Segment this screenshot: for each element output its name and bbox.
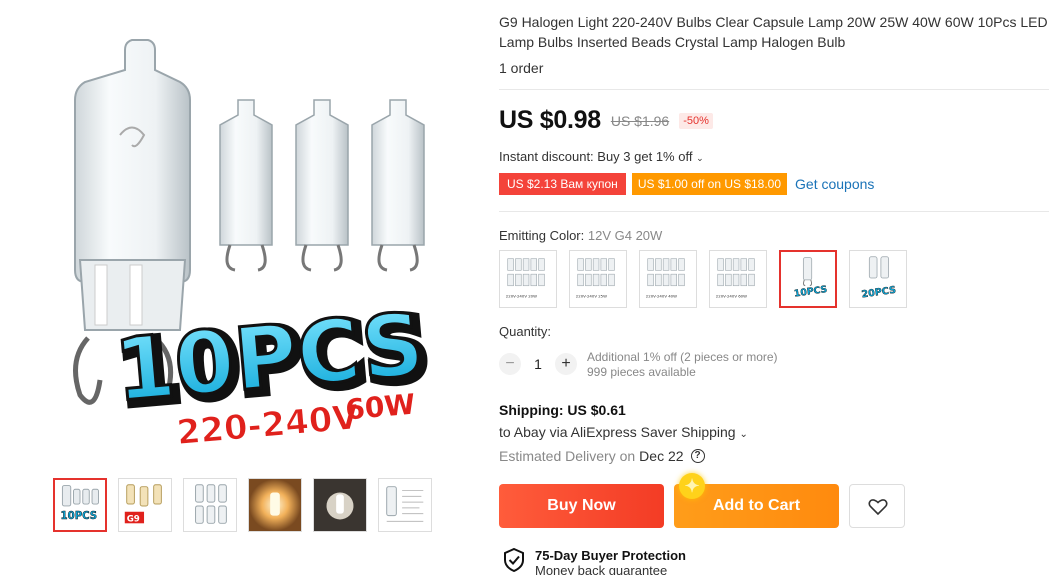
thumbnail-4[interactable]	[248, 478, 302, 532]
quantity-stepper: − 1 +	[499, 353, 577, 375]
quantity-increase-button[interactable]: +	[555, 353, 577, 375]
thumbnail-2[interactable]: G9	[118, 478, 172, 532]
protection-subtitle: Money back guarantee	[535, 563, 668, 575]
help-icon[interactable]: ?	[690, 449, 705, 463]
svg-text:10PCS: 10PCS	[61, 511, 98, 522]
variant-option-40w[interactable]: 220V-240V 40W	[639, 250, 697, 308]
quantity-decrease-button[interactable]: −	[499, 353, 521, 375]
add-to-cart-button[interactable]: ✦ Add to Cart	[674, 473, 839, 528]
discount-badge: -50%	[679, 112, 713, 129]
shipping-cost: Shipping: US $0.61	[499, 402, 626, 418]
svg-text:220V-240V 60W: 220V-240V 60W	[716, 293, 747, 298]
quantity-input[interactable]: 1	[521, 356, 555, 372]
variant-label: Emitting Color: 12V G4 20W	[499, 228, 663, 243]
chevron-down-icon: ⌄	[739, 429, 748, 440]
variant-option-20pcs[interactable]: 20PCS	[849, 250, 907, 308]
delivery-label: Estimated Delivery on	[499, 448, 636, 464]
variant-option-10pcs[interactable]: 10PCS	[779, 250, 837, 308]
buy-now-button[interactable]: Buy Now	[499, 484, 664, 528]
buyer-protection: 75-Day Buyer Protection Money back guara…	[503, 548, 686, 575]
variant-option-20w[interactable]: 220V-240V 20W	[499, 250, 557, 308]
coupon-row: US $2.13 Вам купон US $1.00 off on US $1…	[499, 173, 874, 195]
coupon-badge-select[interactable]: US $1.00 off on US $18.00	[631, 173, 788, 195]
divider	[499, 89, 1049, 90]
protection-title: 75-Day Buyer Protection	[535, 548, 686, 563]
get-coupons-link[interactable]: Get coupons	[795, 176, 874, 192]
coupon-badge-store[interactable]: US $2.13 Вам купон	[499, 173, 626, 195]
thumbnail-5[interactable]	[313, 478, 367, 532]
variant-option-60w[interactable]: 220V-240V 60W	[709, 250, 767, 308]
delivery-estimate: Estimated Delivery on Dec 22 ?	[499, 448, 705, 464]
thumbnail-strip: 10PCS G9	[53, 478, 432, 532]
chevron-down-icon: ⌄	[696, 153, 704, 163]
bulk-discount-note: Additional 1% off (2 pieces or more)	[587, 350, 778, 364]
small-bulbs-graphic	[219, 99, 425, 246]
sparkle-icon: ✦	[679, 473, 705, 499]
quantity-note: Additional 1% off (2 pieces or more) 999…	[587, 350, 778, 380]
svg-text:G9: G9	[127, 514, 140, 524]
svg-text:220V-240V 40W: 220V-240V 40W	[646, 293, 677, 298]
selected-variant-value: 12V G4 20W	[587, 228, 663, 243]
current-price: US $0.98	[499, 106, 601, 134]
svg-text:10PCS: 10PCS	[793, 284, 828, 300]
delivery-date: Dec 22	[639, 448, 684, 464]
variant-option-25w[interactable]: 220V-240V 25W	[569, 250, 627, 308]
quantity-label: Quantity:	[499, 324, 552, 339]
thumbnail-1[interactable]: 10PCS	[53, 478, 107, 532]
variant-options: 220V-240V 20W 220V-240V 25W 220V-240V 40…	[499, 250, 907, 308]
svg-text:220V-240V 25W: 220V-240V 25W	[576, 293, 607, 298]
main-product-image[interactable]: 10PCS 10PCS 220-240V 60W	[40, 20, 460, 454]
instant-discount-dropdown[interactable]: Instant discount: Buy 3 get 1% off ⌄	[499, 149, 704, 164]
stock-available-note: 999 pieces available	[587, 365, 696, 379]
shield-check-icon	[504, 548, 524, 572]
thumbnail-3[interactable]	[183, 478, 237, 532]
divider	[499, 211, 1049, 212]
original-price: US $1.96	[610, 112, 670, 129]
svg-text:220V-240V 20W: 220V-240V 20W	[506, 293, 537, 298]
order-count: 1 order	[499, 60, 544, 76]
heart-icon	[868, 499, 888, 516]
shipping-method-dropdown[interactable]: to Abay via AliExpress Saver Shipping ⌄	[499, 424, 748, 440]
thumbnail-6[interactable]	[378, 478, 432, 532]
price-block: US $0.98 US $1.96 -50%	[499, 106, 713, 135]
product-title: G9 Halogen Light 220-240V Bulbs Clear Ca…	[499, 14, 1048, 50]
watt-text: 60W	[344, 387, 417, 426]
wishlist-button[interactable]	[849, 484, 905, 528]
svg-text:20PCS: 20PCS	[861, 285, 897, 301]
